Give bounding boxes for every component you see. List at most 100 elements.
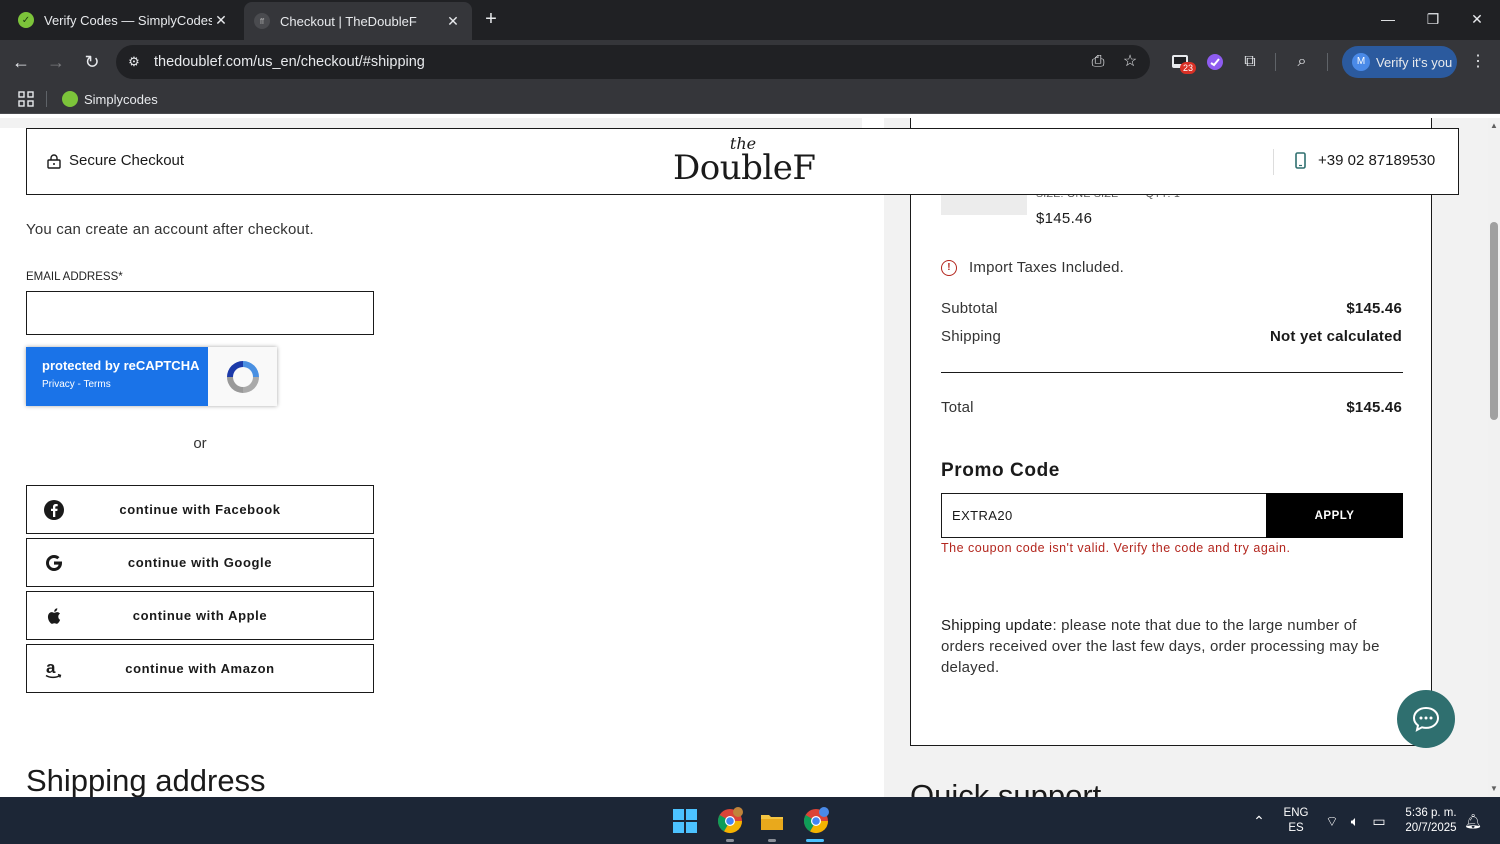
quick-support-heading: Quick support <box>910 778 1102 797</box>
tab-title: Checkout | TheDoubleF <box>280 13 417 29</box>
extensions-puzzle-icon[interactable]: ⧉ <box>1240 52 1260 72</box>
apple-login-button[interactable]: continue with Apple <box>26 591 374 640</box>
recaptcha-text: protected by reCAPTCHA Privacy - Terms <box>26 347 208 406</box>
doublef-favicon-icon: ff <box>254 13 270 29</box>
promo-code-input[interactable] <box>941 493 1267 538</box>
reload-icon[interactable]: ↻ <box>80 50 104 74</box>
social-label: continue with Apple <box>132 608 268 623</box>
chrome-taskbar-active-icon[interactable] <box>802 807 830 835</box>
apply-button[interactable]: APPLY <box>1266 493 1403 538</box>
close-window-icon[interactable]: ✕ <box>1462 6 1492 32</box>
lock-icon <box>47 153 61 169</box>
google-login-button[interactable]: continue with Google <box>26 538 374 587</box>
simplycodes-favicon-icon: ✓ <box>18 12 34 28</box>
chat-button[interactable] <box>1397 690 1455 748</box>
restore-icon[interactable]: ❐ <box>1418 6 1448 32</box>
windows-taskbar: ⌃ ENG ES ⌔ 🔈︎ ▭ 5:36 p. m. 20/7/2025 🔔︎ <box>0 797 1500 844</box>
language-line2: ES <box>1288 822 1304 834</box>
tax-note-text: Import Taxes Included. <box>969 259 1125 276</box>
clock-date: 20/7/2025 <box>1405 822 1457 834</box>
support-phone[interactable]: +39 02 87189530 <box>1295 152 1435 169</box>
alert-icon: ! <box>941 259 957 276</box>
secure-checkout: Secure Checkout <box>47 152 184 169</box>
clock[interactable]: 5:36 p. m. 20/7/2025 <box>1398 806 1464 836</box>
tab-search-icon[interactable]: ⌕ <box>1292 52 1312 72</box>
bookmark-simplycodes[interactable]: Simplycodes <box>62 89 158 109</box>
checkout-header: Secure Checkout the DoubleF +39 02 87189… <box>26 128 1459 195</box>
facebook-login-button[interactable]: continue with Facebook <box>26 485 374 534</box>
chrome-taskbar-icon[interactable] <box>716 807 744 835</box>
recaptcha-logo-icon <box>208 347 277 406</box>
windows-start-icon[interactable] <box>671 807 699 835</box>
amazon-login-button[interactable]: a continue with Amazon <box>26 644 374 693</box>
extension-mail-icon[interactable]: 23 <box>1170 52 1197 74</box>
scroll-down-icon[interactable]: ▼ <box>1488 783 1500 795</box>
or-divider-text: or <box>193 435 207 452</box>
social-label: continue with Amazon <box>125 661 275 676</box>
language-line1: ENG <box>1283 807 1309 819</box>
bookmark-separator <box>46 91 47 107</box>
svg-text:a: a <box>46 658 56 677</box>
file-explorer-icon[interactable] <box>758 807 786 835</box>
minimize-icon[interactable]: — <box>1373 6 1403 32</box>
product-thumbnail <box>941 195 1027 215</box>
site-info-icon[interactable]: ⚙ <box>122 54 146 70</box>
recaptcha-badge[interactable]: protected by reCAPTCHA Privacy - Terms <box>26 347 277 406</box>
total-row: Total $145.46 <box>941 399 1402 416</box>
top-gray-strip <box>0 118 862 128</box>
extension-badge: 23 <box>1180 62 1197 74</box>
tab-close-icon[interactable]: ✕ <box>212 12 230 29</box>
thedoublef-logo[interactable]: the DoubleF <box>673 136 816 187</box>
url-text[interactable]: thedoublef.com/us_en/checkout/#shipping <box>154 54 425 70</box>
extension-purple-icon[interactable] <box>1205 52 1225 72</box>
google-icon <box>46 555 62 571</box>
taskbar-indicator <box>768 839 776 842</box>
taskbar-indicator <box>726 839 734 842</box>
recaptcha-links[interactable]: Privacy - Terms <box>42 379 208 390</box>
subtotal-label: Subtotal <box>941 300 998 317</box>
scroll-thumb[interactable] <box>1490 222 1498 420</box>
tax-note: ! Import Taxes Included. <box>941 259 1124 276</box>
avatar: M <box>1352 53 1370 71</box>
page-viewport: SIZE: ONE SIZE QTY: 1 $145.46 ! Import T… <box>0 118 1488 797</box>
language-indicator[interactable]: ENG ES <box>1280 806 1312 836</box>
menu-kebab-icon[interactable]: ⋮ <box>1468 52 1488 72</box>
apps-grid-icon[interactable] <box>18 91 34 107</box>
bookmark-star-icon[interactable]: ☆ <box>1120 52 1140 72</box>
new-tab-button[interactable]: + <box>480 8 502 30</box>
tab-close-icon[interactable]: ✕ <box>444 13 462 30</box>
toolbar-divider <box>1275 53 1276 71</box>
address-bar[interactable]: ⚙ thedoublef.com/us_en/checkout/#shippin… <box>116 45 1150 79</box>
toolbar-divider <box>1327 53 1328 71</box>
phone-number: +39 02 87189530 <box>1318 152 1436 169</box>
back-icon[interactable]: ← <box>9 50 33 74</box>
tab-checkout[interactable]: ff Checkout | TheDoubleF ✕ <box>244 2 472 40</box>
social-label: continue with Facebook <box>119 502 281 517</box>
page-scrollbar[interactable]: ▲ ▼ <box>1488 118 1500 797</box>
chat-icon <box>1412 706 1440 732</box>
taskbar-active-indicator <box>806 839 824 842</box>
email-field[interactable] <box>26 291 374 335</box>
clock-time: 5:36 p. m. <box>1405 807 1457 819</box>
scroll-up-icon[interactable]: ▲ <box>1488 120 1500 132</box>
tab-verify-codes[interactable]: ✓ Verify Codes — SimplyCodes ✕ <box>8 0 240 40</box>
wifi-icon[interactable]: ⌔ <box>1323 813 1341 831</box>
shipping-value: Not yet calculated <box>1270 328 1402 345</box>
total-value: $145.46 <box>1346 399 1402 416</box>
show-hidden-icons-icon[interactable]: ⌃ <box>1250 813 1268 830</box>
install-app-icon[interactable]: ⎙ <box>1088 52 1108 72</box>
promo-title: Promo Code <box>941 460 1060 481</box>
tab-title: Verify Codes — SimplyCodes <box>44 12 212 28</box>
notifications-icon[interactable]: 🔔︎ <box>1464 813 1482 830</box>
forward-icon[interactable]: → <box>44 50 68 74</box>
battery-icon[interactable]: ▭ <box>1370 813 1388 830</box>
amazon-icon: a <box>45 658 62 679</box>
account-note: You can create an account after checkout… <box>26 221 314 238</box>
summary-divider <box>941 372 1403 373</box>
profile-button[interactable]: M Verify it's you <box>1342 46 1457 78</box>
shipping-label: Shipping <box>941 328 1001 345</box>
browser-titlebar: ✓ Verify Codes — SimplyCodes ✕ ff Checko… <box>0 0 1500 40</box>
simplycodes-favicon-icon <box>62 91 78 107</box>
volume-icon[interactable]: 🔈︎ <box>1346 813 1364 830</box>
email-label: EMAIL ADDRESS* <box>26 271 123 283</box>
